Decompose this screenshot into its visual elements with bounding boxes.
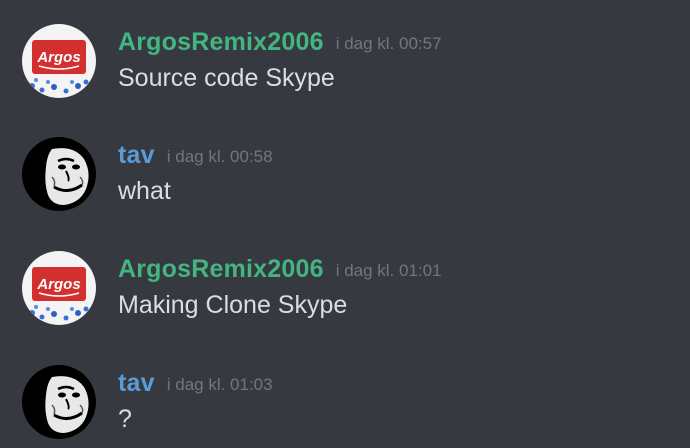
message-item: Argos ArgosRemix2006 i dag kl. 01:01 Maki… xyxy=(0,249,690,349)
username[interactable]: ArgosRemix2006 xyxy=(118,28,324,56)
troll-face-avatar[interactable] xyxy=(22,137,96,211)
troll-face-avatar[interactable] xyxy=(22,365,96,439)
username[interactable]: tav xyxy=(118,141,155,169)
message-header: ArgosRemix2006 i dag kl. 00:57 xyxy=(118,26,442,62)
message-header: tav i dag kl. 01:03 xyxy=(118,367,273,403)
username[interactable]: ArgosRemix2006 xyxy=(118,255,324,283)
message-timestamp: i dag kl. 01:01 xyxy=(335,261,442,280)
argos-logo-icon: Argos xyxy=(22,251,96,325)
argos-logo-icon: Argos xyxy=(22,24,96,98)
message-timestamp: i dag kl. 00:57 xyxy=(335,34,442,53)
message-text: Source code Skype xyxy=(118,64,335,92)
message-text: Making Clone Skype xyxy=(118,291,348,319)
message-item: tav i dag kl. 01:03 ? xyxy=(0,363,690,448)
message-header: tav i dag kl. 00:58 xyxy=(118,139,273,175)
message-text: what xyxy=(118,177,171,205)
message-header: ArgosRemix2006 i dag kl. 01:01 xyxy=(118,253,442,289)
argos-logo-avatar[interactable]: Argos xyxy=(22,24,96,98)
message-text: ? xyxy=(118,405,132,433)
argos-logo-avatar[interactable]: Argos xyxy=(22,251,96,325)
message-timestamp: i dag kl. 01:03 xyxy=(166,375,273,394)
chat-message-list: Argos ArgosRemix2006 i dag kl. 00:57 Sour… xyxy=(0,0,690,448)
message-timestamp: i dag kl. 00:58 xyxy=(166,147,273,166)
username[interactable]: tav xyxy=(118,369,155,397)
troll-face-icon xyxy=(22,137,96,211)
troll-face-icon xyxy=(22,365,96,439)
message-item: tav i dag kl. 00:58 what xyxy=(0,135,690,235)
message-item: Argos ArgosRemix2006 i dag kl. 00:57 Sour… xyxy=(0,22,690,122)
svg-text:Argos: Argos xyxy=(36,49,80,66)
svg-text:Argos: Argos xyxy=(36,276,80,293)
